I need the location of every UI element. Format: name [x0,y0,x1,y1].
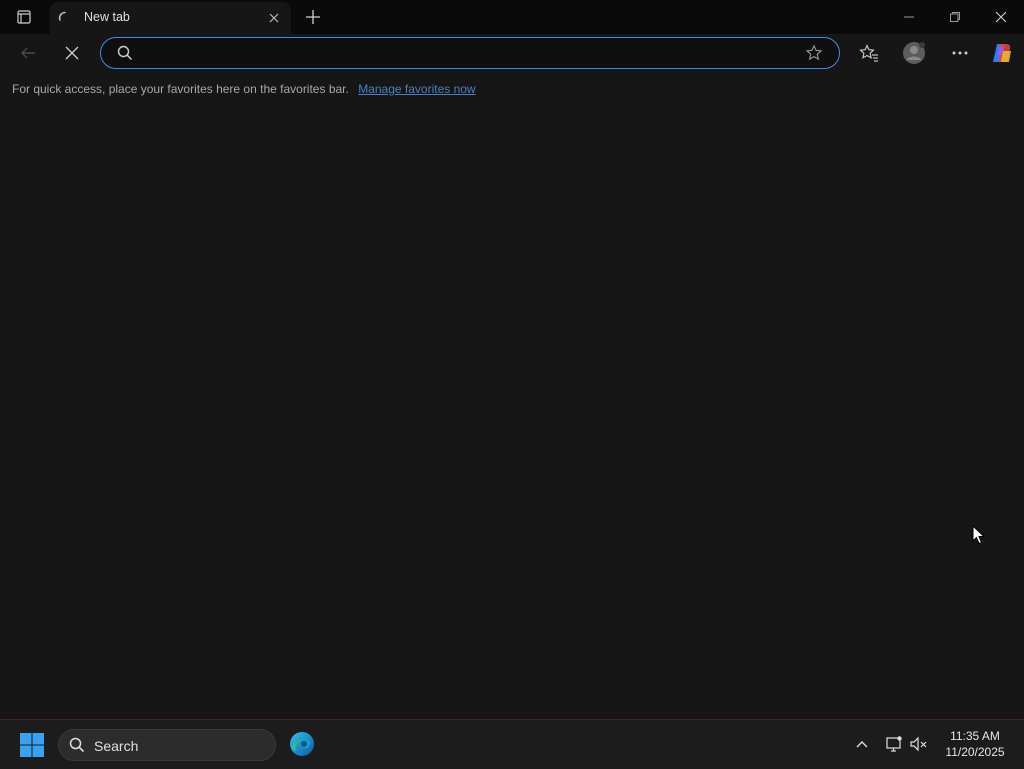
title-bar: New tab [0,0,1024,34]
search-icon [117,45,133,61]
profile-button[interactable] [900,39,928,67]
tab-title: New tab [84,10,130,24]
edge-icon [290,732,314,756]
close-tab-icon[interactable] [266,10,282,26]
minimize-icon [904,16,914,18]
clock-date: 11/20/2025 [945,745,1005,759]
plus-icon [306,10,320,24]
network-icon [886,736,902,752]
close-window-button[interactable] [978,0,1024,34]
search-icon [69,737,85,753]
edge-taskbar-button[interactable] [286,728,318,760]
clock-time: 11:35 AM [950,729,1000,743]
stop-icon [65,46,79,60]
page-content [0,106,1024,718]
tab-new-tab[interactable]: New tab [50,2,291,34]
address-input[interactable] [141,42,795,66]
new-tab-button[interactable] [301,5,325,29]
favorites-button[interactable] [856,40,882,66]
back-button[interactable] [14,39,42,67]
back-arrow-icon [21,47,35,59]
chevron-up-icon [856,741,868,748]
close-icon [995,11,1007,23]
tab-actions-icon[interactable] [10,5,38,29]
taskbar-search-label: Search [94,738,139,754]
taskbar: Search 11:35 AM 11/20/2025 [0,719,1024,769]
restore-button[interactable] [932,0,978,34]
more-dots-icon [952,51,968,55]
browser-toolbar [0,34,1024,74]
volume-muted-icon [910,736,927,752]
restore-icon [950,12,960,22]
stop-loading-button[interactable] [58,39,86,67]
copilot-button[interactable] [988,39,1016,67]
avatar-icon [903,42,925,64]
favorites-icon [859,44,878,62]
spinner-icon [58,11,72,25]
windows-logo-icon [20,733,44,757]
minimize-button[interactable] [886,0,932,34]
start-button[interactable] [18,731,46,759]
address-bar[interactable] [100,37,840,69]
copilot-icon [993,44,1011,62]
add-favorite-star-icon[interactable] [805,44,823,62]
favorites-bar-message: For quick access, place your favorites h… [12,82,349,96]
network-status-button[interactable] [884,734,904,754]
system-clock[interactable]: 11:35 AM 11/20/2025 [936,728,1014,760]
settings-and-more-button[interactable] [946,40,974,66]
manage-favorites-link[interactable]: Manage favorites now [358,82,475,96]
volume-muted-button[interactable] [908,734,930,754]
mouse-cursor-icon [972,524,986,545]
show-hidden-icons-button[interactable] [852,734,872,754]
favorites-bar: For quick access, place your favorites h… [12,82,476,98]
taskbar-search-box[interactable]: Search [58,729,276,761]
